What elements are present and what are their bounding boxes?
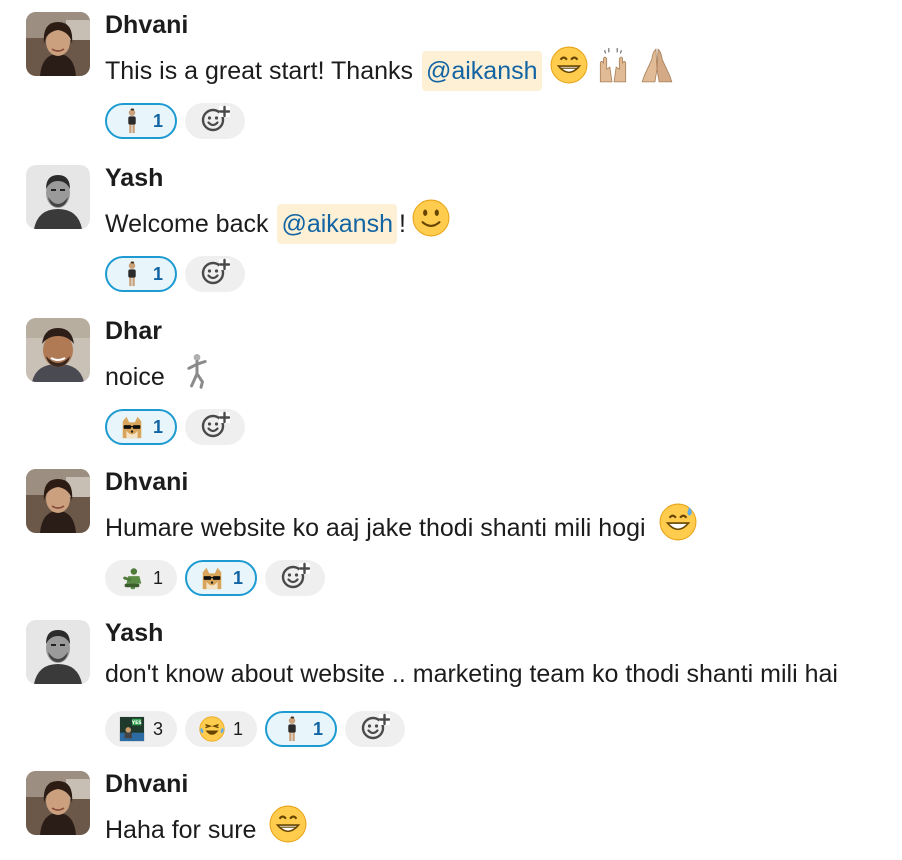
author-name[interactable]: Dhvani [105,467,188,497]
reaction-count: 3 [153,718,164,739]
author-name[interactable]: Dhar [105,316,162,346]
reaction-bar: 1 [105,103,246,139]
add-reaction-button[interactable] [345,711,406,747]
author-name[interactable]: Yash [105,618,163,648]
message-text: Humare website ko aaj jake thodi shanti … [105,503,697,553]
reaction-pill[interactable]: 1 [265,711,338,747]
avatar[interactable] [26,771,90,835]
reaction-pill[interactable]: 1 [105,560,178,596]
joy-emoji [199,715,225,743]
sweat-smile-emoji [659,503,697,553]
add-reaction-button[interactable] [185,103,246,139]
reaction-pill[interactable]: 1 [105,409,178,445]
reaction-count: 1 [233,718,244,739]
message-feed: Dhvani This is a great start! Thanks @aik… [0,0,902,860]
dhvani-avatar [26,12,90,76]
reaction-count: 1 [313,718,324,739]
text-segment: This is a great start! Thanks [105,57,420,85]
dhvani-avatar [26,469,90,533]
avatar[interactable] [26,620,90,684]
grin-emoji [550,46,588,96]
standing-person-emoji [279,715,305,743]
add-reaction-icon [200,257,231,292]
text-segment: Haha for sure [105,816,264,844]
text-segment: ! [399,210,406,238]
yes-sign-emoji: YES [119,715,145,743]
message-text: noice [105,352,216,402]
yash-avatar [26,165,90,229]
author-name[interactable]: Dhvani [105,769,188,799]
raised-hands-emoji [594,46,632,96]
add-reaction-button[interactable] [185,409,246,445]
avatar[interactable] [26,318,90,382]
author-name[interactable]: Yash [105,163,163,193]
reaction-count: 1 [153,567,164,588]
avatar[interactable] [26,469,90,533]
user-mention[interactable]: @aikansh [421,51,542,91]
reaction-pill[interactable]: 1 [105,256,178,292]
thinking-figure-emoji [119,564,145,592]
text-segment: Humare website ko aaj jake thodi shanti … [105,514,653,542]
folded-hands-emoji [638,46,676,96]
reaction-bar: 11 [105,560,326,596]
dhvani-avatar [26,771,90,835]
avatar[interactable] [26,165,90,229]
svg-text:YES: YES [131,720,142,726]
standing-person-emoji [119,107,145,135]
dhar-avatar [26,318,90,382]
yash-avatar [26,620,90,684]
add-reaction-button[interactable] [265,560,326,596]
slight-smile-emoji [412,199,450,249]
reaction-count: 1 [153,416,164,437]
add-reaction-icon [360,712,391,747]
reaction-pill[interactable]: 1 [105,103,178,139]
text-segment: noice [105,363,172,391]
reaction-bar: YES 3 1 1 [105,711,406,747]
message-text: Haha for sure [105,805,307,855]
dancing-figure-emoji [178,352,216,402]
doge-sunglasses-emoji [199,564,225,592]
avatar[interactable] [26,12,90,76]
message-text: don't know about website .. marketing te… [105,654,838,694]
reaction-count: 1 [233,567,244,588]
add-reaction-button[interactable] [185,256,246,292]
message-text: This is a great start! Thanks @aikansh [105,46,676,96]
add-reaction-icon [200,410,231,445]
reaction-count: 1 [153,263,164,284]
text-segment: Welcome back [105,210,276,238]
reaction-pill[interactable]: YES 3 [105,711,178,747]
author-name[interactable]: Dhvani [105,10,188,40]
reaction-count: 1 [153,110,164,131]
add-reaction-icon [200,104,231,139]
text-segment: don't know about website .. marketing te… [105,660,838,688]
add-reaction-icon [280,561,311,596]
grin-emoji [269,805,307,855]
reaction-pill[interactable]: 1 [185,560,258,596]
doge-sunglasses-emoji [119,413,145,441]
standing-person-emoji [119,260,145,288]
reaction-bar: 1 [105,256,246,292]
reaction-bar: 1 [105,409,246,445]
reaction-pill[interactable]: 1 [185,711,258,747]
user-mention[interactable]: @aikansh [277,204,397,244]
message-text: Welcome back @aikansh! [105,199,450,249]
